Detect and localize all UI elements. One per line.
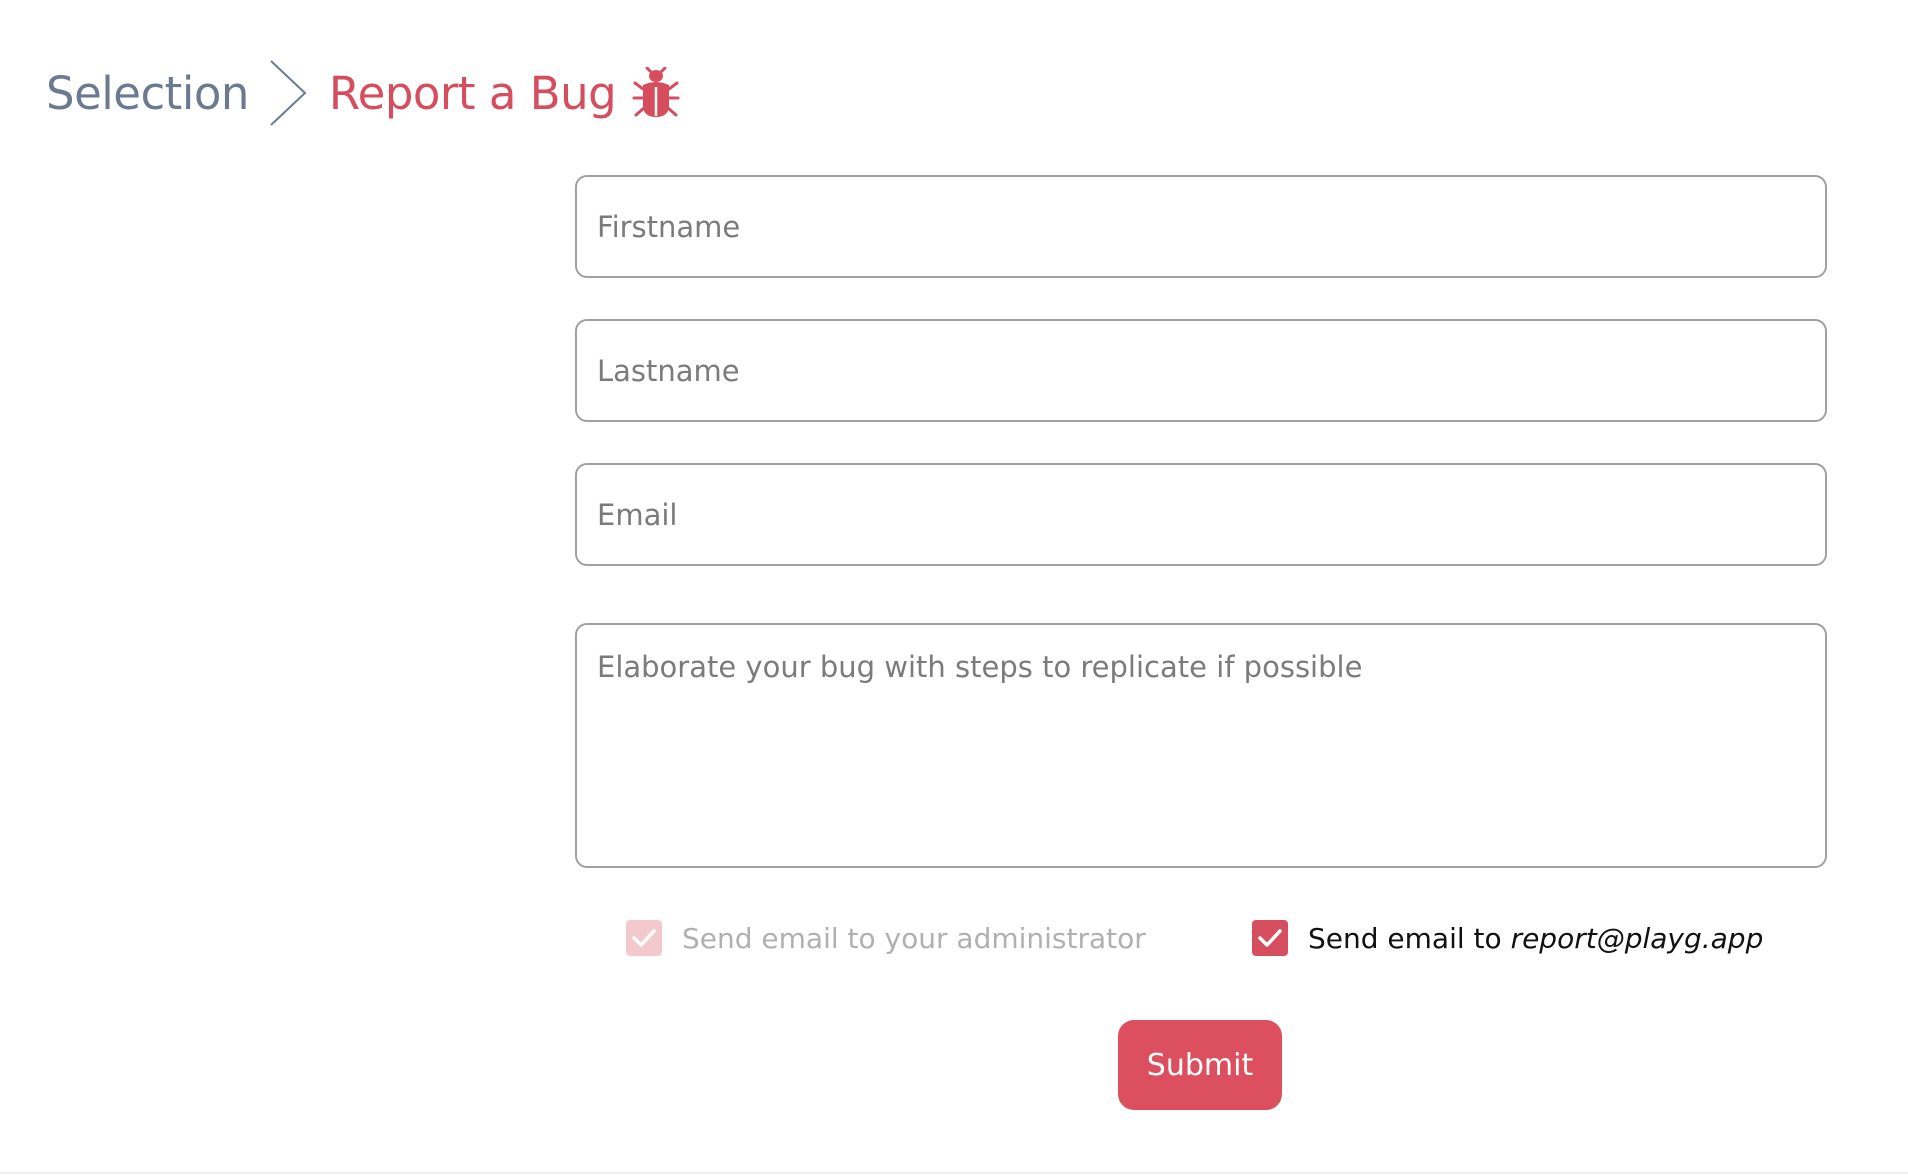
chevron-right-icon [270,60,307,126]
breadcrumb-current: Report a Bug [328,66,617,120]
divider [0,1172,1908,1174]
submit-button[interactable]: Submit [1118,1020,1282,1110]
send-admin-label: Send email to your administrator [682,921,1146,955]
send-report-label: Send email to report@playg.app [1308,922,1763,955]
send-admin-option: Send email to your administrator [626,918,1146,958]
checkmark-icon [632,929,656,947]
bug-icon [632,67,680,117]
firstname-input[interactable] [575,175,1827,278]
checkmark-icon [1258,929,1282,947]
bug-description-textarea[interactable] [575,623,1827,868]
lastname-input[interactable] [575,319,1827,422]
email-input[interactable] [575,463,1827,566]
report-email-address: report@playg.app [1510,921,1764,955]
report-bug-page: Selection Report a Bug Firstname Lastnam… [0,0,1908,1176]
send-admin-checkbox[interactable] [626,920,662,956]
breadcrumb: Selection Report a Bug [46,58,680,128]
send-report-label-prefix: Send email to [1308,921,1511,955]
breadcrumb-selection-link[interactable]: Selection [46,67,249,120]
send-report-checkbox[interactable] [1252,920,1288,956]
send-report-option: Send email to report@playg.app [1252,918,1763,958]
